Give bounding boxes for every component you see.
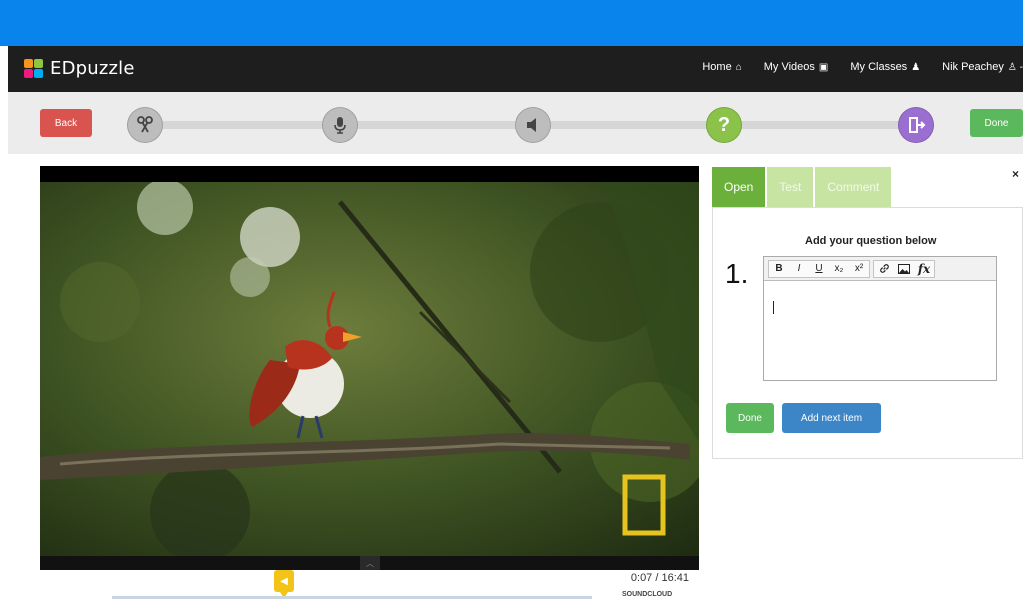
- video-timeline: ◀ 0:07 / 16:41 SOUNDCLOUD: [40, 570, 699, 599]
- nav-my-classes-label: My Classes: [850, 61, 908, 73]
- subscript-button[interactable]: x₂: [829, 261, 849, 277]
- nav-user-menu[interactable]: Nik Peachey ♙ -: [942, 61, 1023, 73]
- question-done-button[interactable]: Done: [726, 403, 774, 433]
- question-panel: Open Test Comment Add your question belo…: [712, 167, 1023, 459]
- bold-button[interactable]: B: [769, 261, 789, 277]
- question-type-tabs: Open Test Comment: [712, 167, 893, 207]
- superscript-button[interactable]: x²: [849, 261, 869, 277]
- step-quiz[interactable]: ?: [706, 107, 742, 143]
- format-group: B I U x₂ x²: [768, 259, 870, 278]
- question-box: Add your question below 1. B I U x₂ x² f…: [712, 207, 1023, 459]
- nav-my-videos-label: My Videos: [763, 61, 815, 73]
- formula-icon[interactable]: fx: [914, 261, 934, 277]
- top-navbar: EDpuzzle Home ⌂ My Videos ▣ My Classes ♟ Ni…: [8, 46, 1023, 92]
- users-icon: ♟: [911, 61, 921, 73]
- tab-open[interactable]: Open: [712, 167, 766, 207]
- nav-user-label: Nik Peachey: [942, 61, 1004, 73]
- chevron-up-icon[interactable]: ︿: [360, 556, 380, 570]
- link-icon[interactable]: [874, 261, 894, 277]
- time-display: 0:07 / 16:41: [630, 572, 689, 584]
- video-player[interactable]: ︿: [40, 166, 699, 570]
- browser-top-bar: [0, 0, 1023, 46]
- speaker-marker-icon: ◀: [280, 575, 288, 587]
- underline-button[interactable]: U: [809, 261, 829, 277]
- scissors-icon: [137, 116, 153, 133]
- home-icon: ⌂: [735, 61, 742, 73]
- italic-button[interactable]: I: [789, 261, 809, 277]
- soundcloud-logo: SOUNDCLOUD: [622, 591, 673, 598]
- question-icon: ?: [717, 113, 731, 136]
- done-button-top[interactable]: Done: [970, 109, 1023, 137]
- nav-links: Home ⌂ My Videos ▣ My Classes ♟ Nik Peachey…: [680, 61, 1023, 73]
- logo-text: EDpuzzle: [50, 58, 135, 79]
- tab-test[interactable]: Test: [767, 167, 814, 207]
- insert-group: fx: [873, 259, 935, 278]
- tab-comment[interactable]: Comment: [815, 167, 892, 207]
- exit-icon: [909, 117, 926, 133]
- step-voiceover[interactable]: [322, 107, 358, 143]
- audio-note-marker[interactable]: ◀: [274, 570, 294, 598]
- logo[interactable]: EDpuzzle: [24, 58, 135, 79]
- microphone-icon: [334, 117, 346, 134]
- nav-my-videos[interactable]: My Videos ▣: [764, 61, 829, 73]
- question-prompt: Add your question below: [805, 235, 937, 247]
- edpuzzle-editor: EDpuzzle Home ⌂ My Videos ▣ My Classes ♟ Ni…: [0, 0, 1023, 599]
- puzzle-logo-icon: [24, 58, 44, 79]
- step-bar: Back ? Done: [8, 92, 1023, 154]
- user-icon: ♙ -: [1007, 61, 1023, 73]
- editor-toolbar: B I U x₂ x² fx: [764, 257, 996, 281]
- player-control-strip: ︿: [40, 556, 699, 570]
- video-frame-bird: [40, 182, 699, 556]
- add-next-item-button[interactable]: Add next item: [782, 403, 881, 433]
- nav-home[interactable]: Home ⌂: [702, 61, 741, 73]
- step-audio-notes[interactable]: [515, 107, 551, 143]
- step-cut[interactable]: [127, 107, 163, 143]
- speaker-icon: [527, 118, 536, 132]
- image-icon[interactable]: [894, 261, 914, 277]
- step-finish[interactable]: [898, 107, 934, 143]
- nav-home-label: Home: [702, 61, 732, 73]
- video-icon: ▣: [818, 61, 829, 73]
- question-editor: B I U x₂ x² fx: [763, 256, 997, 381]
- left-edge: [0, 46, 8, 599]
- question-number: 1.: [725, 258, 749, 289]
- text-caret: [773, 301, 774, 314]
- back-button[interactable]: Back: [40, 109, 92, 137]
- nav-my-classes[interactable]: My Classes ♟: [850, 61, 920, 73]
- question-text-input[interactable]: [764, 281, 996, 380]
